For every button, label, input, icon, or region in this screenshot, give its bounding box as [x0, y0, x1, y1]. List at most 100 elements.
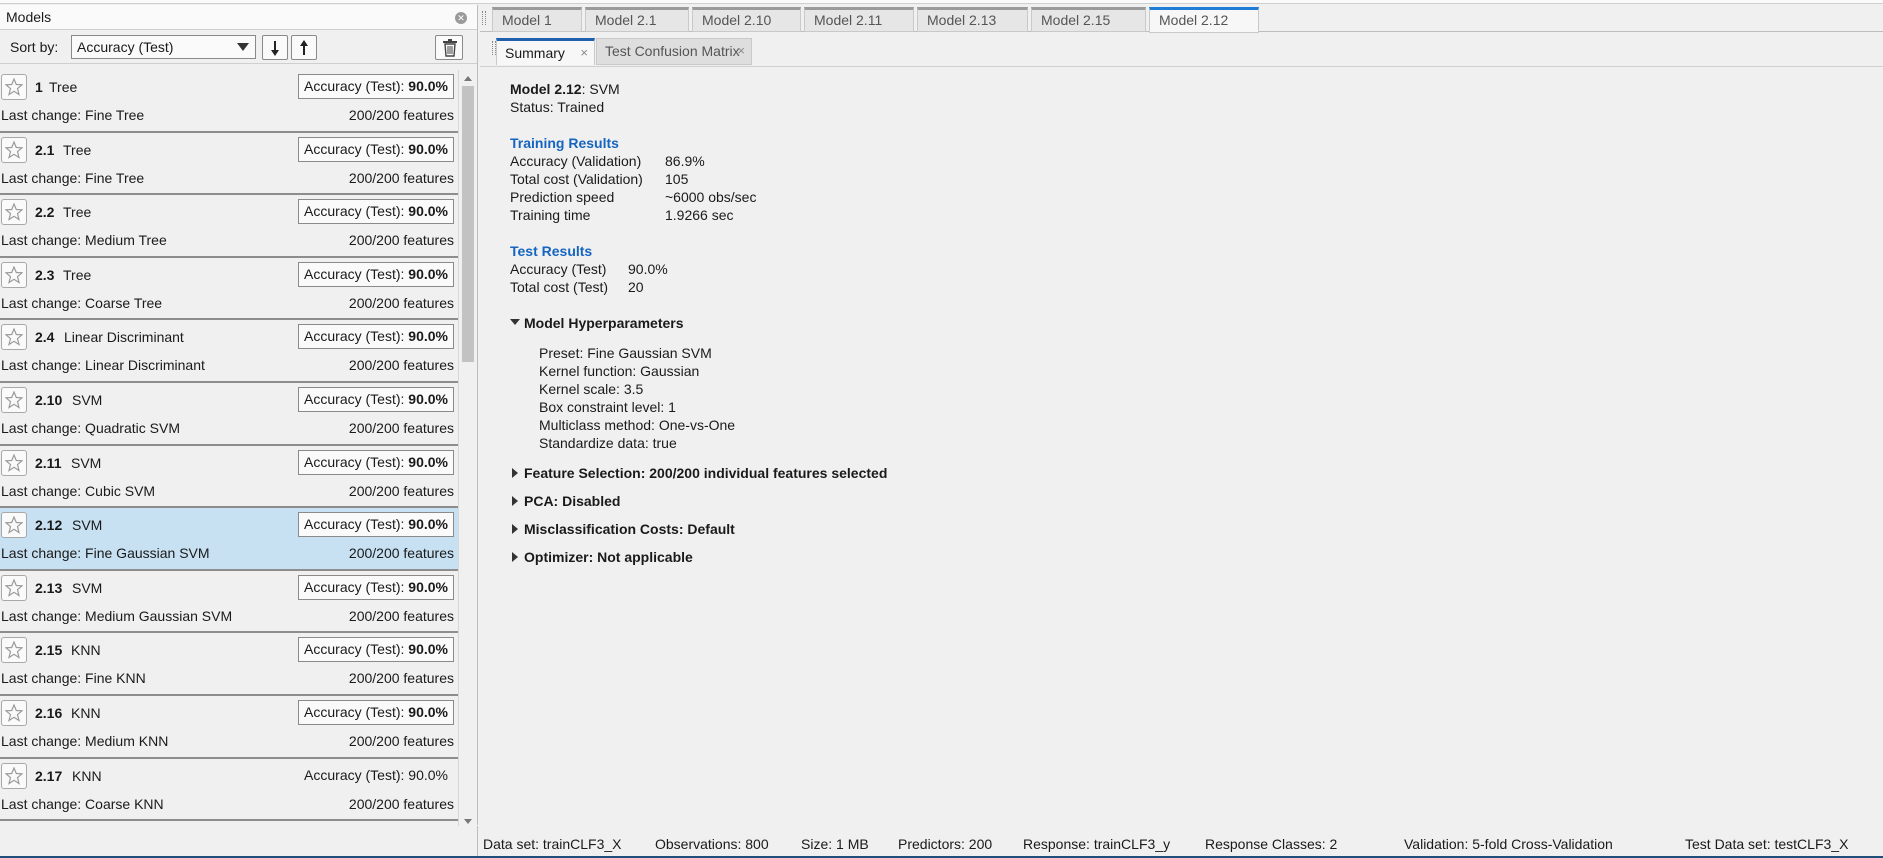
status-test-dataset: Test Data set: testCLF3_X	[1685, 836, 1849, 852]
last-change: Last change: Fine Gaussian SVM	[1, 545, 210, 562]
model-list-item[interactable]: 2.4 Linear Discriminant Accuracy (Test): 9…	[0, 320, 458, 383]
model-tab[interactable]: Model 2.13	[917, 7, 1028, 32]
accuracy-badge: Accuracy (Test): 90.0%	[298, 74, 454, 99]
favorite-star-button[interactable]	[1, 261, 27, 288]
scroll-down-icon[interactable]	[464, 819, 472, 824]
star-icon	[5, 766, 23, 785]
close-tab-icon[interactable]: ×	[737, 39, 745, 63]
model-type: KNN	[71, 642, 101, 659]
accuracy-label: Accuracy (Test):	[304, 78, 409, 94]
last-change: Last change: Quadratic SVM	[1, 419, 180, 436]
favorite-star-button[interactable]	[1, 74, 27, 100]
model-tab[interactable]: Model 2.11	[804, 7, 914, 32]
feature-selection-title: Feature Selection: 200/200 individual fe…	[524, 465, 888, 481]
sort-descending-button[interactable]	[262, 35, 288, 60]
model-tab[interactable]: Model 2.12	[1149, 7, 1259, 33]
favorite-star-button[interactable]	[1, 699, 27, 726]
model-list-item[interactable]: 2.15 KNN Accuracy (Test): 90.0% Last change…	[0, 633, 458, 696]
tab-test-confusion-matrix[interactable]: Test Confusion Matrix ×	[596, 38, 752, 65]
collapsed-icon[interactable]	[512, 524, 518, 534]
accuracy-label: Accuracy (Test):	[304, 703, 409, 720]
status-validation: Validation: 5-fold Cross-Validation	[1404, 836, 1613, 852]
result-key: Total cost (Validation)	[510, 171, 643, 187]
scroll-up-icon[interactable]	[464, 76, 472, 81]
model-type: Tree	[63, 266, 92, 283]
model-list-item[interactable]: 2.13 SVM Accuracy (Test): 90.0% Last change…	[0, 570, 458, 634]
hyperparameters-title: Model Hyperparameters	[524, 315, 684, 331]
favorite-star-button[interactable]	[1, 386, 27, 413]
model-tab[interactable]: Model 2.10	[692, 7, 801, 32]
model-number: 2.15	[35, 642, 63, 659]
hyperparameter-row: Multiclass method: One-vs-One	[539, 417, 736, 433]
feature-count: 200/200 features	[348, 482, 454, 499]
favorite-star-button[interactable]	[1, 637, 27, 664]
close-tab-icon[interactable]: ×	[580, 41, 588, 65]
model-number: 2.3	[35, 266, 55, 283]
accuracy-value: 90.0%	[408, 140, 448, 157]
star-icon	[5, 453, 23, 472]
last-change: Last change: Fine Tree	[1, 169, 145, 186]
model-number: 2.10	[35, 391, 63, 408]
test-results-title: Test Results	[510, 243, 593, 259]
result-value: 1.9266 sec	[665, 207, 734, 223]
model-list-item[interactable]: 2.1 Tree Accuracy (Test): 90.0% Last change…	[0, 132, 458, 196]
result-key: Accuracy (Test)	[510, 261, 607, 277]
accuracy-value: 90.0%	[408, 265, 448, 282]
model-tab[interactable]: Model 2.15	[1031, 7, 1146, 32]
pca-section[interactable]: PCA: Disabled	[510, 492, 1510, 510]
model-list-item[interactable]: 2.12 SVM Accuracy (Test): 90.0% Last change…	[0, 508, 458, 571]
accuracy-value: 90.0%	[408, 203, 448, 220]
hyperparameters-section[interactable]: Model Hyperparameters	[510, 314, 1510, 332]
sort-dropdown[interactable]: Accuracy (Test)	[71, 35, 256, 59]
star-icon	[5, 203, 23, 222]
model-list-item[interactable]: 2.11 SVM Accuracy (Test): 90.0% Last change…	[0, 445, 458, 509]
favorite-star-button[interactable]	[1, 762, 27, 789]
accuracy-value: 90.0%	[408, 453, 448, 470]
feature-selection-section[interactable]: Feature Selection: 200/200 individual fe…	[510, 464, 1510, 482]
sort-ascending-button[interactable]	[291, 35, 317, 60]
accuracy-label: Accuracy (Test):	[304, 328, 409, 345]
model-list-item[interactable]: 1 Tree Accuracy (Test): 90.0% Last change: …	[0, 70, 458, 133]
model-list-item[interactable]: 2.2 Tree Accuracy (Test): 90.0% Last change…	[0, 195, 458, 258]
accuracy-label: Accuracy (Test):	[304, 265, 409, 282]
result-row: Accuracy (Validation) 86.9%	[510, 152, 1510, 170]
tab-summary[interactable]: Summary ×	[496, 38, 595, 65]
delete-model-button[interactable]	[435, 35, 463, 60]
last-change: Last change: Medium Gaussian SVM	[1, 607, 233, 624]
result-row: Total cost (Test) 20	[510, 278, 1510, 296]
model-list-item[interactable]: 2.16 KNN Accuracy (Test): 90.0% Last change…	[0, 695, 458, 759]
result-key: Total cost (Test)	[510, 279, 609, 295]
favorite-star-button[interactable]	[1, 574, 27, 601]
model-list-item[interactable]: 2.3 Tree Accuracy (Test): 90.0% Last change…	[0, 257, 458, 321]
collapsed-icon[interactable]	[512, 552, 518, 562]
collapsed-icon[interactable]	[512, 496, 518, 506]
hyperparameter-row: Preset: Fine Gaussian SVM	[539, 345, 712, 361]
model-tab-label: Model 2.15	[1041, 12, 1111, 28]
model-list-item[interactable]: 2.10 SVM Accuracy (Test): 90.0% Last change…	[0, 382, 458, 446]
sort-dropdown-value: Accuracy (Test)	[77, 39, 174, 55]
hyperparameter-row: Box constraint level: 1	[539, 399, 676, 415]
grip-icon[interactable]	[482, 11, 486, 25]
favorite-star-button[interactable]	[1, 512, 27, 539]
collapsed-icon[interactable]	[512, 468, 518, 478]
model-tab[interactable]: Model 2.1	[585, 7, 689, 32]
models-panel-footer	[0, 826, 478, 856]
model-number: 1	[35, 79, 43, 95]
model-list-scrollbar[interactable]	[458, 70, 477, 830]
favorite-star-button[interactable]	[1, 136, 27, 163]
accuracy-badge: Accuracy (Test): 90.0%	[298, 512, 454, 538]
misclassification-section[interactable]: Misclassification Costs: Default	[510, 520, 1510, 538]
model-tab[interactable]: Model 1	[492, 7, 582, 32]
accuracy-label: Accuracy (Test):	[304, 203, 409, 220]
close-icon[interactable]: ✕	[455, 12, 467, 24]
favorite-star-button[interactable]	[1, 324, 27, 351]
expanded-icon[interactable]	[510, 319, 520, 325]
status-dataset: Data set: trainCLF3_X	[483, 836, 622, 852]
status-size: Size: 1 MB	[801, 836, 869, 852]
scroll-thumb[interactable]	[462, 86, 474, 362]
optimizer-section[interactable]: Optimizer: Not applicable	[510, 548, 1510, 566]
favorite-star-button[interactable]	[1, 449, 27, 476]
favorite-star-button[interactable]	[1, 199, 27, 226]
model-list-item[interactable]: 2.17 KNN Accuracy (Test): 90.0% Last change…	[0, 758, 458, 822]
model-type: Tree	[63, 141, 92, 158]
